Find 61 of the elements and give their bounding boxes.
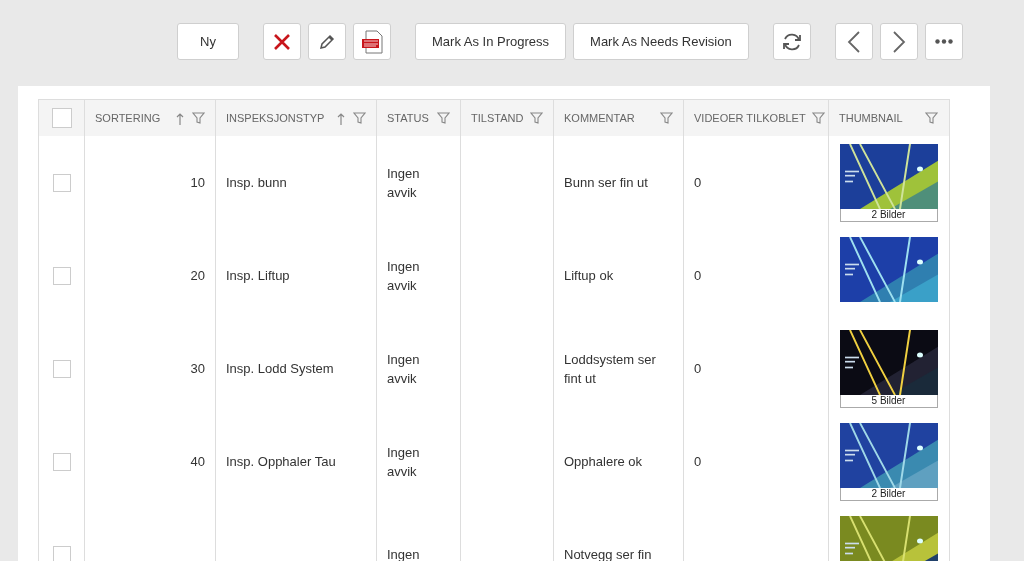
toolbar-button[interactable] — [834, 23, 873, 60]
image-count-label: 2 Bilder — [839, 209, 938, 222]
table-cell-text: 0 — [694, 174, 702, 192]
row-checkbox[interactable] — [52, 266, 71, 285]
chevron-right-icon — [891, 29, 906, 54]
row-checkbox[interactable] — [52, 452, 71, 471]
table-cell-text: 20 — [190, 267, 205, 285]
row-checkbox[interactable] — [52, 359, 71, 378]
toolbar-button[interactable] — [353, 23, 391, 60]
column-header[interactable]: KOMMENTAR — [564, 112, 635, 124]
table-cell-text: Opphalere ok — [564, 453, 643, 471]
table-cell-text: Bunn ser fin ut — [564, 174, 648, 192]
more-icon — [934, 39, 953, 44]
action-button[interactable]: Mark As In Progress — [415, 23, 567, 60]
table-cell-text: 0 — [694, 453, 702, 471]
table-cell-text: 10 — [190, 174, 205, 192]
filter-icon[interactable] — [660, 112, 673, 124]
table-cell-text: Loddsystem ser fint ut — [564, 350, 657, 388]
toolbar-button[interactable] — [308, 23, 346, 60]
table-cell-text: Insp. bunn — [226, 174, 287, 192]
column-header[interactable]: SORTERING — [95, 112, 161, 124]
toolbar-button[interactable] — [772, 23, 811, 60]
column-header[interactable]: TILSTAND — [471, 112, 524, 124]
row-checkbox[interactable] — [52, 173, 71, 192]
table-cell-text: Ingen avvik — [387, 164, 421, 202]
table-cell-text: 0 — [694, 267, 702, 285]
filter-icon[interactable] — [353, 112, 366, 124]
filter-icon[interactable] — [925, 112, 938, 124]
toolbar-button[interactable] — [879, 23, 918, 60]
table-cell-text: Ingen avvik — [387, 443, 421, 481]
table-cell-text: Ingen avvik — [387, 257, 421, 295]
toolbar-button[interactable] — [924, 23, 963, 60]
table-cell-text: Insp. Liftup — [226, 267, 290, 285]
select-all-checkbox[interactable] — [51, 108, 72, 128]
image-count-label: 5 Bilder — [839, 395, 938, 408]
table-cell-text: 0 — [694, 360, 702, 378]
column-header[interactable]: INSPEKSJONSTYP — [226, 112, 325, 124]
table-cell-text: Insp. Opphaler Tau — [226, 453, 336, 471]
filter-icon[interactable] — [811, 112, 825, 124]
filter-icon[interactable] — [437, 112, 450, 124]
table-cell-text: Liftup ok — [564, 267, 614, 285]
column-header[interactable]: STATUS — [387, 112, 429, 124]
close-icon — [273, 32, 291, 51]
toolbar-button[interactable] — [263, 23, 301, 60]
table-cell-text: Ingen — [387, 546, 420, 561]
row-checkbox[interactable] — [52, 545, 71, 561]
filter-icon[interactable] — [530, 112, 543, 124]
table-cell-text: 30 — [190, 360, 205, 378]
table-cell-text: 40 — [190, 453, 205, 471]
action-button[interactable]: Mark As Needs Revision — [573, 23, 749, 60]
filter-icon[interactable] — [192, 112, 205, 124]
pencil-icon — [318, 32, 336, 51]
table-cell-text: Insp. Lodd System — [226, 360, 334, 378]
column-header[interactable]: THUMBNAIL — [839, 112, 903, 124]
table-cell-text: Notvegg ser fin — [564, 546, 652, 561]
chevron-left-icon — [846, 29, 861, 54]
table-cell-text: Ingen avvik — [387, 350, 421, 388]
new-button[interactable]: Ny — [177, 23, 239, 60]
column-header[interactable]: VIDEOER TILKOBLET — [694, 112, 806, 124]
pdf-file-icon — [361, 29, 383, 54]
image-count-label: 2 Bilder — [839, 488, 938, 501]
